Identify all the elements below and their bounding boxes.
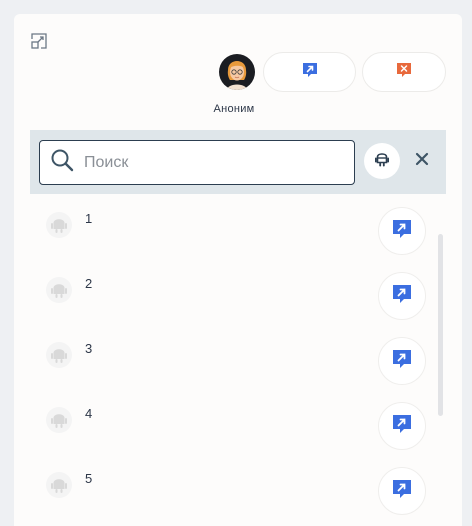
android-icon (46, 342, 72, 368)
android-icon (374, 150, 390, 173)
list-item-label: 4 (85, 406, 93, 421)
chat-arrow-icon (391, 413, 413, 440)
chat-arrow-icon (391, 283, 413, 310)
chat-arrow-icon (301, 61, 319, 84)
android-icon (46, 212, 72, 238)
list-item-label: 2 (85, 276, 93, 291)
open-chat-button[interactable] (378, 402, 426, 450)
open-chat-button[interactable] (378, 272, 426, 320)
close-chat-button[interactable] (362, 52, 446, 92)
android-icon (46, 472, 72, 498)
open-chat-button[interactable] (378, 337, 426, 385)
chat-arrow-icon (391, 218, 413, 245)
clear-search-button[interactable] (411, 150, 433, 172)
android-filter-button[interactable] (364, 143, 400, 179)
search-bar (30, 130, 446, 194)
chat-panel: Аноним Поиск 1 2 3 4 5 (14, 14, 462, 526)
list-item[interactable]: 3 (30, 330, 446, 390)
list-item[interactable]: 2 (30, 265, 446, 325)
expand-icon[interactable] (30, 32, 48, 50)
chat-list: 1 2 3 4 5 (30, 200, 446, 526)
list-item[interactable]: 4 (30, 395, 446, 455)
list-item-label: 5 (85, 471, 93, 486)
list-item[interactable]: 1 (30, 200, 446, 260)
chat-arrow-icon (391, 348, 413, 375)
open-chat-button[interactable] (263, 52, 356, 92)
close-icon (415, 152, 429, 171)
list-item[interactable]: 5 (30, 460, 446, 520)
search-icon (40, 148, 74, 177)
open-chat-button[interactable] (378, 467, 426, 515)
list-item-label: 3 (85, 341, 93, 356)
android-icon (46, 407, 72, 433)
list-item-label: 1 (85, 211, 93, 226)
avatar (219, 54, 255, 90)
user-name: Аноним (213, 103, 255, 115)
search-input[interactable] (84, 153, 334, 172)
chat-arrow-icon (391, 478, 413, 505)
open-chat-button[interactable] (378, 207, 426, 255)
android-icon (46, 277, 72, 303)
search-field[interactable] (39, 140, 355, 185)
chat-close-icon (395, 61, 413, 84)
scrollbar[interactable] (438, 234, 443, 416)
